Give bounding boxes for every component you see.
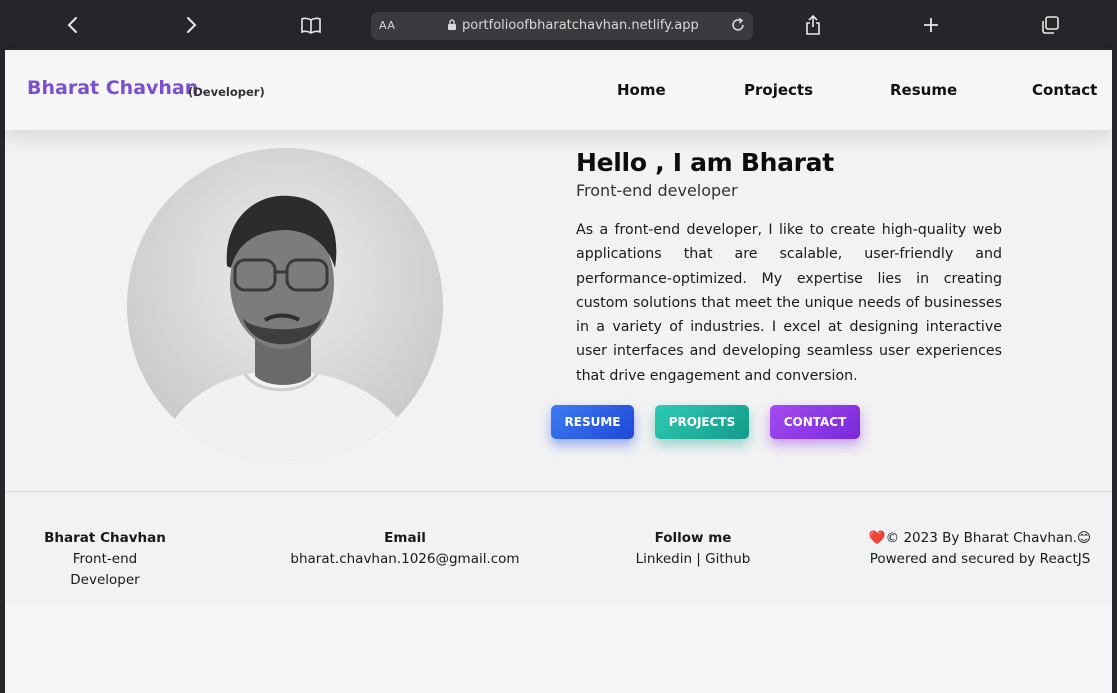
greeting-heading: Hello , I am Bharat (576, 148, 834, 177)
contact-button[interactable]: CONTACT (770, 405, 860, 439)
projects-button[interactable]: PROJECTS (655, 405, 749, 439)
footer-title: Front-end Developer (70, 551, 140, 588)
footer-follow-label: Follow me (654, 530, 732, 546)
book-icon[interactable] (298, 12, 324, 38)
lock-icon (447, 18, 457, 35)
reader-mode-button[interactable]: AA (379, 19, 395, 32)
brand-name[interactable]: Bharat Chavhan (27, 77, 198, 99)
nav-link-home[interactable]: Home (617, 81, 666, 99)
footer-email-label: Email (384, 530, 426, 546)
footer-name: Bharat Chavhan (44, 530, 166, 546)
footer-email-address[interactable]: bharat.chavhan.1026@gmail.com (290, 549, 520, 570)
address-bar[interactable]: AA portfolioofbharatchavhan.netlify.app (371, 12, 753, 40)
back-icon[interactable] (60, 12, 86, 38)
profile-photo (127, 148, 443, 464)
site-footer: Bharat Chavhan Front-end Developer Email… (5, 492, 1112, 603)
footer-social: Follow me Linkedin | Github (623, 528, 763, 570)
window-edge-right (1112, 50, 1117, 693)
url-text: portfolioofbharatchavhan.netlify.app (462, 18, 699, 33)
footer-copyright: ❤️© 2023 By Bharat Chavhan.😊 Powered and… (865, 528, 1095, 570)
nav-link-contact[interactable]: Contact (1032, 81, 1097, 99)
share-icon[interactable] (800, 12, 826, 38)
forward-icon[interactable] (178, 12, 204, 38)
footer-powered-text: Powered and secured by ReactJS (869, 551, 1091, 567)
resume-button[interactable]: RESUME (551, 405, 634, 439)
footer-email: Email bharat.chavhan.1026@gmail.com (290, 528, 520, 570)
browser-toolbar: AA portfolioofbharatchavhan.netlify.app (0, 0, 1117, 50)
nav-link-resume[interactable]: Resume (890, 81, 957, 99)
hero-section: Hello , I am Bharat Front-end developer … (5, 130, 1112, 492)
footer-social-links[interactable]: Linkedin | Github (623, 549, 763, 570)
plus-icon[interactable] (918, 12, 944, 38)
tabs-icon[interactable] (1037, 12, 1063, 38)
nav-link-projects[interactable]: Projects (744, 81, 813, 99)
role-subtitle: Front-end developer (576, 181, 738, 200)
footer-about: Bharat Chavhan Front-end Developer (40, 528, 170, 591)
site-navbar: Bharat Chavhan (Developer) Home Projects… (5, 50, 1112, 130)
footer-copyright-text: ❤️© 2023 By Bharat Chavhan.😊 (868, 530, 1092, 546)
bio-paragraph: As a front-end developer, I like to crea… (576, 222, 1002, 384)
reload-icon[interactable] (730, 17, 746, 37)
brand-subtitle: (Developer) (188, 85, 265, 99)
page-bottom-area (5, 603, 1112, 693)
